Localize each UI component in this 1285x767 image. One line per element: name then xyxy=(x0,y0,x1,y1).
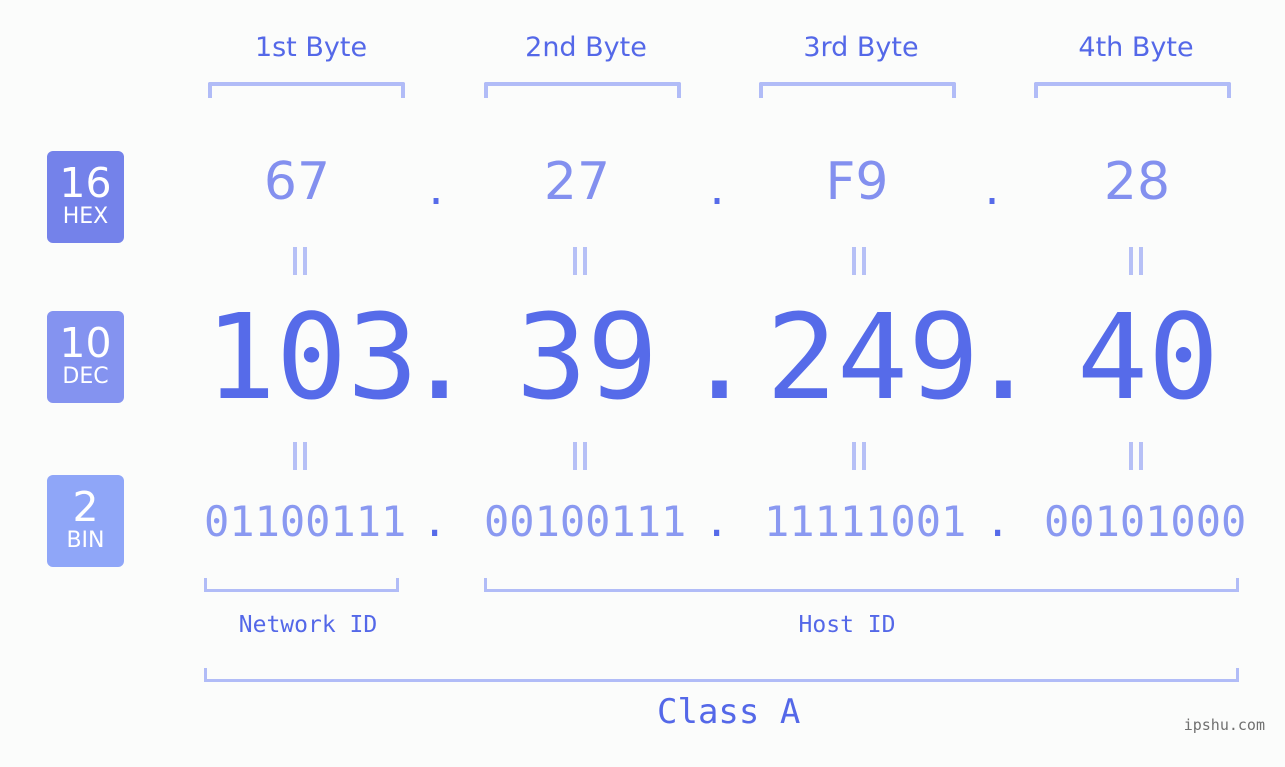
bin-byte-3: 11111001 xyxy=(764,497,967,546)
byte-label-1: 1st Byte xyxy=(254,32,368,63)
dec-badge: 10 DEC xyxy=(47,311,124,403)
hex-separator-1: . xyxy=(424,168,449,214)
hex-badge: 16 HEX xyxy=(47,151,124,243)
equals-icon xyxy=(290,247,310,275)
hex-separator-3: . xyxy=(980,168,1005,214)
class-label: Class A xyxy=(657,692,801,732)
host-id-bracket xyxy=(484,578,1239,592)
bin-separator-1: . xyxy=(422,497,448,546)
dec-badge-label: DEC xyxy=(62,364,109,389)
site-watermark: ipshu.com xyxy=(1183,716,1265,734)
equals-icon xyxy=(1126,442,1146,470)
network-id-label: Network ID xyxy=(238,612,378,638)
hex-separator-2: . xyxy=(705,168,730,214)
dec-separator-2: . xyxy=(684,288,756,426)
dec-byte-4: 40 xyxy=(1077,288,1220,426)
dec-byte-1: 103 xyxy=(205,288,419,426)
bin-byte-2: 00100111 xyxy=(484,497,687,546)
hex-byte-1: 67 xyxy=(263,152,331,212)
network-id-bracket xyxy=(204,578,399,592)
equals-icon xyxy=(1126,247,1146,275)
dec-separator-3: . xyxy=(968,288,1040,426)
bin-byte-1: 01100111 xyxy=(204,497,407,546)
bin-separator-3: . xyxy=(985,497,1011,546)
bin-badge-label: BIN xyxy=(66,528,105,553)
equals-icon xyxy=(849,247,869,275)
dec-badge-number: 10 xyxy=(59,319,112,367)
dec-separator-1: . xyxy=(404,288,476,426)
equals-icon xyxy=(849,442,869,470)
host-id-label: Host ID xyxy=(798,612,896,638)
byte-label-4: 4th Byte xyxy=(1078,32,1194,63)
bin-badge-number: 2 xyxy=(72,483,99,531)
hex-byte-3: F9 xyxy=(825,152,889,212)
byte-label-2: 2nd Byte xyxy=(525,32,647,63)
equals-icon xyxy=(570,247,590,275)
byte-label-3: 3rd Byte xyxy=(803,32,919,63)
hex-byte-4: 28 xyxy=(1103,152,1171,212)
bin-badge: 2 BIN xyxy=(47,475,124,567)
hex-byte-2: 27 xyxy=(543,152,611,212)
byte-bracket-2 xyxy=(484,82,681,98)
bin-byte-4: 00101000 xyxy=(1044,497,1247,546)
byte-bracket-3 xyxy=(759,82,956,98)
hex-badge-label: HEX xyxy=(62,204,109,229)
byte-bracket-1 xyxy=(208,82,405,98)
equals-icon xyxy=(290,442,310,470)
bin-separator-2: . xyxy=(704,497,730,546)
hex-badge-number: 16 xyxy=(59,159,112,207)
dec-byte-2: 39 xyxy=(516,288,659,426)
equals-icon xyxy=(570,442,590,470)
dec-byte-3: 249 xyxy=(766,288,980,426)
class-bracket xyxy=(204,668,1239,682)
byte-bracket-4 xyxy=(1034,82,1231,98)
